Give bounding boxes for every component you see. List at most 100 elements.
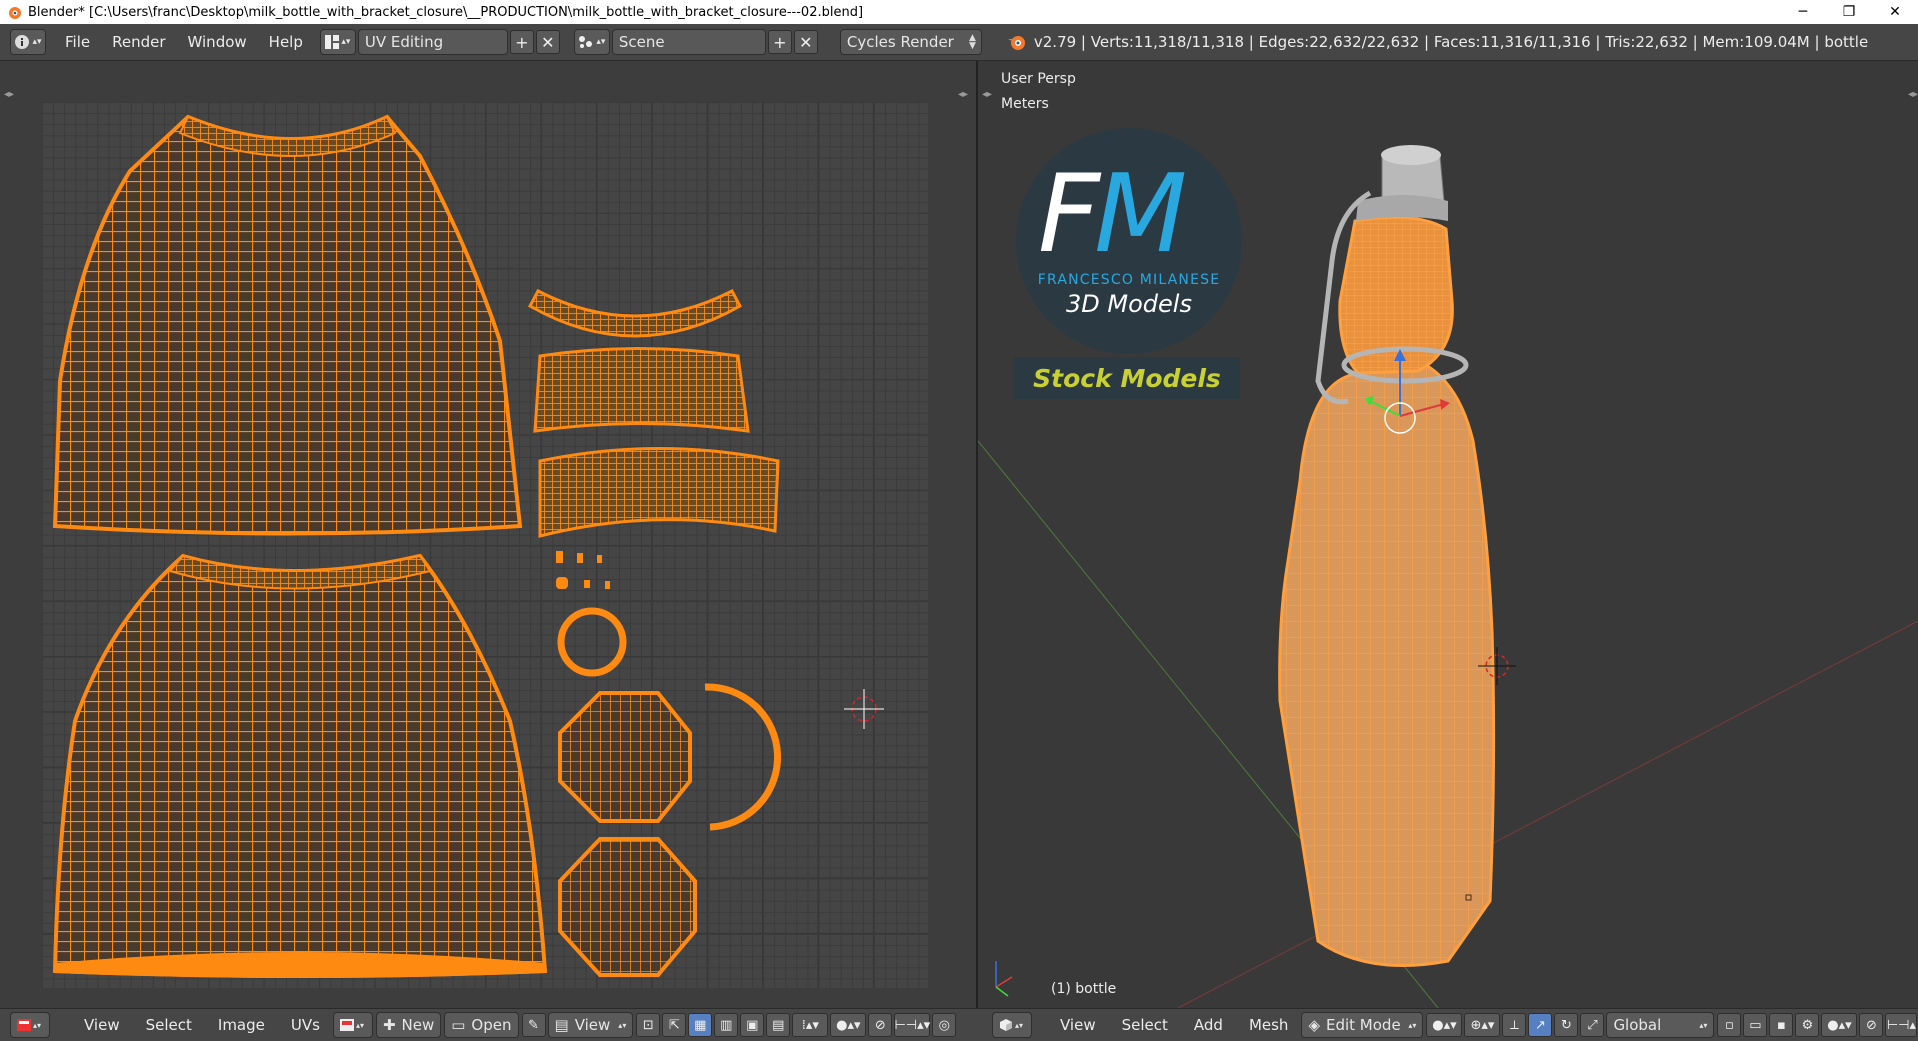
uv-2d-cursor-icon[interactable] bbox=[844, 689, 884, 729]
info-icon bbox=[15, 35, 30, 49]
minimize-button[interactable]: ─ bbox=[1780, 0, 1826, 24]
uv-menu-image[interactable]: Image bbox=[205, 1016, 278, 1034]
snap-target-icon[interactable]: ⊢⊣▴▾ bbox=[894, 1013, 931, 1037]
fm-logo-letters: FM bbox=[1038, 152, 1187, 277]
view-label: User Persp bbox=[1001, 71, 1076, 87]
sync-selection-icon[interactable]: ⇱ bbox=[662, 1013, 687, 1037]
info-header: ▴▾ File Render Window Help ▴▾ UV Editing… bbox=[0, 24, 1918, 61]
window-title: Blender* [C:\Users\franc\Desktop\milk_bo… bbox=[28, 4, 864, 20]
image-editor-icon bbox=[17, 1019, 31, 1031]
limit-selection-icon[interactable]: ⚙ bbox=[1795, 1013, 1820, 1037]
dropdown-arrows-icon: ▲ ▼ bbox=[968, 33, 976, 51]
uv-menu-uvs[interactable]: UVs bbox=[278, 1016, 333, 1034]
cube-icon bbox=[1000, 1019, 1012, 1031]
screen-layout-field[interactable]: UV Editing bbox=[357, 29, 508, 55]
axis-orientation-icon bbox=[995, 961, 1013, 997]
3d-menu-add[interactable]: Add bbox=[1181, 1016, 1236, 1034]
close-button[interactable]: ✕ bbox=[1872, 0, 1918, 24]
add-scene-button[interactable]: + bbox=[767, 30, 792, 54]
uv-island-cap-top bbox=[558, 691, 692, 823]
pivot-icon[interactable]: ⊡ bbox=[636, 1013, 661, 1037]
uv-island-body-top bbox=[52, 114, 523, 536]
scene-field[interactable]: Scene bbox=[611, 29, 766, 55]
sticky-selection-icon[interactable]: ⁞▴▾ bbox=[792, 1013, 829, 1037]
uv-menu-select[interactable]: Select bbox=[133, 1016, 205, 1034]
window-titlebar: Blender* [C:\Users\franc\Desktop\milk_bo… bbox=[0, 0, 1918, 24]
uv-islands bbox=[52, 114, 884, 978]
uv-island-ring bbox=[557, 607, 627, 677]
uv-menu-view[interactable]: View bbox=[71, 1016, 133, 1034]
snap-icon[interactable]: ⊘ bbox=[868, 1013, 893, 1037]
edge-select-mode-icon[interactable]: ▭ bbox=[1743, 1013, 1768, 1037]
edge-select-icon[interactable]: ▥ bbox=[714, 1013, 739, 1037]
new-image-button[interactable]: ✚ New bbox=[375, 1012, 442, 1038]
blender-logo-icon bbox=[1007, 36, 1025, 50]
uv-island-neck-arc bbox=[527, 288, 743, 338]
editor-type-info-button[interactable]: ▴▾ bbox=[10, 29, 46, 55]
transform-orientation-dropdown[interactable]: Global ▴▾ bbox=[1606, 1012, 1715, 1038]
editor-type-uv-button[interactable]: ▴▾ bbox=[10, 1012, 50, 1038]
3d-menu-view[interactable]: View bbox=[1047, 1016, 1109, 1034]
units-label: Meters bbox=[1001, 96, 1049, 112]
translate-manipulator-icon[interactable]: ↗ bbox=[1528, 1013, 1553, 1037]
rotate-manipulator-icon[interactable]: ↻ bbox=[1554, 1013, 1579, 1037]
pivot-point-icon[interactable]: ⊕▴▾ bbox=[1464, 1013, 1501, 1037]
fm-stock-label: Stock Models bbox=[1014, 357, 1240, 399]
mode-dropdown[interactable]: ◈ Edit Mode ▴▾ bbox=[1301, 1012, 1424, 1038]
menu-render[interactable]: Render bbox=[101, 33, 176, 51]
bottom-headers: ▴▾ View Select Image UVs ▴▾ ✚ New ▭ Open ✎… bbox=[0, 1008, 1918, 1041]
uv-editor-header: ▴▾ View Select Image UVs ▴▾ ✚ New ▭ Open ✎… bbox=[10, 1012, 958, 1038]
x-icon: ✕ bbox=[541, 32, 555, 52]
plus-icon: ✚ bbox=[382, 1016, 396, 1034]
image-icon bbox=[339, 1019, 354, 1031]
manipulator-toggle-icon[interactable]: ⟂ bbox=[1502, 1013, 1527, 1037]
scene-icon bbox=[579, 36, 593, 48]
edit-mode-icon: ◈ bbox=[1308, 1016, 1320, 1034]
image-view-mode-dropdown[interactable]: ▤ View ▴▾ bbox=[547, 1012, 634, 1038]
uv-island-body-bottom bbox=[52, 553, 548, 978]
render-engine-dropdown[interactable]: Cycles Render ▲ ▼ bbox=[839, 29, 982, 55]
restore-button[interactable]: ❐ bbox=[1826, 0, 1872, 24]
uv-image-editor[interactable]: ◂▸ ◂▸ bbox=[0, 61, 978, 1008]
vertex-select-mode-icon[interactable]: ▫ bbox=[1717, 1013, 1742, 1037]
remove-scene-button[interactable]: ✕ bbox=[793, 30, 818, 54]
island-select-icon[interactable]: ▤ bbox=[766, 1013, 791, 1037]
layout-grid-icon bbox=[325, 35, 340, 49]
face-select-icon[interactable]: ▣ bbox=[740, 1013, 765, 1037]
menu-window[interactable]: Window bbox=[177, 33, 258, 51]
uv-island-cap-bottom bbox=[558, 837, 697, 977]
snap-3d-icon[interactable]: ⊘ bbox=[1859, 1013, 1884, 1037]
screen-layout-icon-button[interactable]: ▴▾ bbox=[319, 29, 356, 55]
scene-icon-button[interactable]: ▴▾ bbox=[573, 29, 610, 55]
menu-file[interactable]: File bbox=[54, 33, 101, 51]
image-browse-button[interactable]: ▴▾ bbox=[332, 1012, 373, 1038]
pin-icon[interactable]: ✎ bbox=[521, 1013, 546, 1037]
proportional-edit-icon[interactable]: ●▴▾ bbox=[830, 1013, 867, 1037]
plus-icon: + bbox=[515, 32, 529, 52]
face-select-mode-icon[interactable]: ▪ bbox=[1769, 1013, 1794, 1037]
scene-statistics: v2.79 | Verts:11,318/11,318 | Edges:22,6… bbox=[1033, 33, 1869, 51]
menu-help[interactable]: Help bbox=[258, 33, 314, 51]
fm-author-name: FRANCESCO MILANESE bbox=[1037, 272, 1221, 288]
object-label: (1) bottle bbox=[1051, 981, 1117, 997]
vertex-select-icon[interactable]: ▦ bbox=[688, 1013, 713, 1037]
x-icon: ✕ bbox=[799, 32, 813, 52]
snap-element-icon[interactable]: ⊢⊣▴ bbox=[1885, 1013, 1918, 1037]
remove-screen-button[interactable]: ✕ bbox=[535, 30, 560, 54]
uv-island-neck-band bbox=[533, 347, 750, 433]
blender-logo-icon bbox=[9, 7, 21, 19]
open-image-button[interactable]: ▭ Open bbox=[444, 1012, 519, 1038]
settings-icon[interactable]: ◎ bbox=[932, 1013, 957, 1037]
add-screen-button[interactable]: + bbox=[509, 30, 534, 54]
scale-manipulator-icon[interactable]: ⤢ bbox=[1580, 1013, 1605, 1037]
3d-menu-mesh[interactable]: Mesh bbox=[1236, 1016, 1302, 1034]
editor-type-3d-button[interactable]: ▴▾ bbox=[992, 1012, 1032, 1038]
view-mode-icon: ▤ bbox=[554, 1016, 569, 1034]
proportional-edit-3d-icon[interactable]: ●▴▾ bbox=[1821, 1013, 1858, 1037]
folder-icon: ▭ bbox=[451, 1016, 466, 1034]
3d-view-header: ▴▾ View Select Add Mesh ◈ Edit Mode ▴▾ ●▴▾… bbox=[992, 1012, 1918, 1038]
uv-island-shoulder-band bbox=[538, 447, 780, 538]
bottle-mesh bbox=[1278, 357, 1496, 967]
viewport-shading-icon[interactable]: ●▴▾ bbox=[1426, 1013, 1463, 1037]
3d-menu-select[interactable]: Select bbox=[1109, 1016, 1181, 1034]
